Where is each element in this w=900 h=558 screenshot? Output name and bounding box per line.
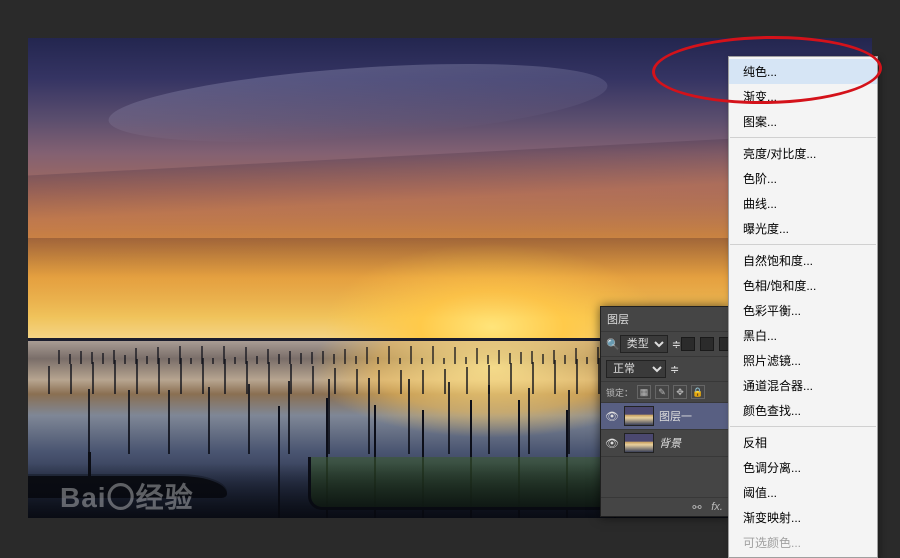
blend-mode-row: 正常 ≑ — [601, 356, 729, 381]
lock-label: 锁定： — [606, 386, 633, 398]
layer-filter-type-select[interactable]: 类型 — [620, 335, 668, 353]
magnify-icon: 🔍 — [606, 338, 620, 351]
layers-filter-row: 🔍 类型 ≑ — [601, 331, 729, 356]
new-fill-adjustment-menu[interactable]: 纯色...渐变...图案... 亮度/对比度...色阶...曲线...曝光度...… — [728, 56, 878, 558]
menu-item-2[interactable]: 图案... — [729, 109, 877, 134]
lock-transparency-icon[interactable]: ▦ — [637, 385, 651, 399]
menu-item-14[interactable]: 通道混合器... — [729, 373, 877, 398]
menu-item-9[interactable]: 自然饱和度... — [729, 248, 877, 273]
visibility-toggle-icon[interactable]: 👁 — [605, 437, 619, 450]
layer-thumbnail[interactable] — [624, 406, 654, 426]
layer-thumbnail[interactable] — [624, 433, 654, 453]
lock-position-icon[interactable]: ✥ — [673, 385, 687, 399]
workspace: Bai〇经验 图层 🔍 类型 ≑ 正常 ≑ 锁定： ▦ ✎ ✥ 🔒 — [0, 0, 900, 522]
layers-empty-area — [601, 456, 729, 497]
watermark-text: Bai〇经验 — [60, 476, 194, 516]
lock-all-icon[interactable]: 🔒 — [691, 385, 705, 399]
menu-item-21: 可选颜色... — [729, 530, 877, 555]
filter-icon-row[interactable] — [681, 337, 733, 351]
fx-button[interactable]: fx. — [709, 500, 725, 514]
menu-item-7[interactable]: 曝光度... — [729, 216, 877, 241]
visibility-toggle-icon[interactable]: 👁 — [605, 410, 619, 423]
menu-item-13[interactable]: 照片滤镜... — [729, 348, 877, 373]
dropdown-caret-icon: ≑ — [672, 338, 681, 351]
layer-item-0[interactable]: 👁 图层一 — [601, 402, 729, 429]
lock-row: 锁定： ▦ ✎ ✥ 🔒 — [601, 381, 729, 402]
menu-item-12[interactable]: 黑白... — [729, 323, 877, 348]
blend-mode-select[interactable]: 正常 — [606, 360, 666, 378]
menu-item-19[interactable]: 阈值... — [729, 480, 877, 505]
menu-item-1[interactable]: 渐变... — [729, 84, 877, 109]
menu-item-18[interactable]: 色调分离... — [729, 455, 877, 480]
dropdown-caret-icon: ≑ — [670, 363, 679, 376]
menu-item-5[interactable]: 色阶... — [729, 166, 877, 191]
layers-panel-title: 图层 — [601, 307, 729, 331]
menu-item-20[interactable]: 渐变映射... — [729, 505, 877, 530]
menu-item-11[interactable]: 色彩平衡... — [729, 298, 877, 323]
menu-item-17[interactable]: 反相 — [729, 430, 877, 455]
lock-brush-icon[interactable]: ✎ — [655, 385, 669, 399]
menu-item-0[interactable]: 纯色... — [729, 59, 877, 84]
menu-item-6[interactable]: 曲线... — [729, 191, 877, 216]
cloud-upper — [106, 51, 610, 156]
layers-bottom-toolbar: ⚯ fx. — [601, 497, 729, 516]
layer-item-1[interactable]: 👁 背景 — [601, 429, 729, 456]
link-layers-icon[interactable]: ⚯ — [689, 500, 705, 514]
menu-item-15[interactable]: 颜色查找... — [729, 398, 877, 423]
menu-item-4[interactable]: 亮度/对比度... — [729, 141, 877, 166]
layers-panel[interactable]: 图层 🔍 类型 ≑ 正常 ≑ 锁定： ▦ ✎ ✥ 🔒 👁 — [600, 306, 729, 517]
menu-item-10[interactable]: 色相/饱和度... — [729, 273, 877, 298]
layer-name: 背景 — [659, 435, 681, 451]
layer-name: 图层一 — [659, 408, 692, 424]
